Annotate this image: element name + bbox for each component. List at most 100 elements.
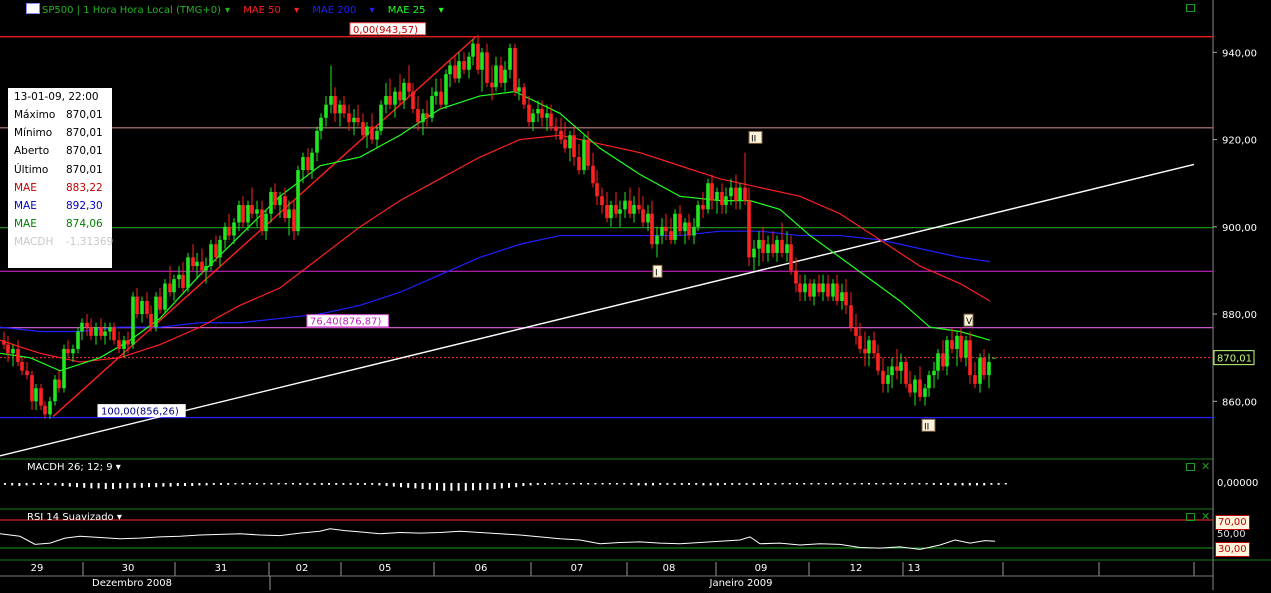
candle-body	[172, 279, 176, 293]
macd-bar	[860, 483, 863, 485]
macd-bar	[752, 483, 755, 485]
y-tick-label: 920,00	[1222, 136, 1257, 147]
candle-body	[618, 209, 622, 214]
info-row: Mínimo 870,01	[8, 124, 112, 142]
candle-body	[840, 292, 844, 301]
macd-bar	[342, 483, 345, 485]
candle-body	[803, 283, 807, 293]
month-label: Janeiro 2009	[709, 578, 773, 589]
rsi-maximize-icon[interactable]	[1186, 513, 1195, 521]
candle-body	[269, 191, 273, 214]
indicator-mae200[interactable]: MAE 200 ▾	[312, 5, 374, 16]
last-price-label: 870,01	[1217, 354, 1252, 365]
candle-body	[757, 239, 761, 249]
macd-bar	[184, 483, 186, 486]
candle-body	[499, 65, 503, 83]
macd-bar	[378, 483, 381, 486]
maximize-pane-icon[interactable]	[1186, 4, 1195, 12]
candle-body	[761, 239, 765, 253]
macd-close-icon[interactable]: ✕	[1201, 461, 1210, 472]
info-value: -1,31369	[66, 236, 114, 249]
instrument-label[interactable]: SP500 | 1 Hora Hora Local (TMG+0)	[42, 5, 221, 16]
candle-body	[434, 91, 438, 96]
candle-body	[352, 117, 356, 123]
macd-bar	[673, 483, 676, 485]
candle-body	[881, 370, 885, 384]
candle-body	[771, 244, 775, 253]
candle-body	[918, 379, 922, 397]
candle-body	[923, 388, 927, 397]
macd-bar	[256, 483, 258, 485]
macd-bar	[587, 483, 590, 485]
candle-body	[678, 213, 682, 232]
candle-body	[982, 357, 986, 376]
macd-bar	[464, 483, 467, 491]
macd-bar	[803, 483, 806, 485]
candle-body	[264, 213, 268, 232]
candle-body	[789, 244, 793, 271]
macd-bar	[846, 483, 849, 485]
macd-bar	[616, 483, 618, 485]
candle-body	[48, 401, 52, 415]
candle-body	[457, 61, 461, 79]
candle-body	[462, 61, 466, 70]
candle-body	[729, 187, 733, 197]
macd-bar	[904, 483, 906, 485]
rsi-label[interactable]: RSI 14 Suavizado ▾	[27, 512, 122, 523]
candle-body	[605, 205, 609, 219]
candle-body	[402, 82, 406, 101]
wave-label: V	[966, 317, 973, 327]
macd-maximize-icon[interactable]	[1186, 463, 1195, 471]
macd-bar	[580, 483, 582, 485]
chart-svg[interactable]: 940,00 920,00 900,00 880,00 860,00 870,01 0,00…	[0, 0, 1271, 590]
candle-body	[292, 209, 296, 232]
macd-bar	[666, 483, 669, 485]
macd-bar	[868, 483, 870, 485]
macd-bar	[760, 483, 762, 485]
candle-body	[122, 340, 126, 349]
macd-bar	[601, 483, 604, 485]
instrument-dropdown-icon[interactable]: ▾	[225, 5, 230, 16]
macd-bar	[529, 483, 532, 486]
macd-bar	[191, 483, 194, 486]
candle-body	[540, 109, 544, 118]
candle-body	[692, 226, 696, 236]
candle-body	[2, 340, 6, 345]
candle-body	[370, 126, 374, 140]
macd-bar	[277, 483, 280, 485]
candle-body	[683, 222, 687, 232]
candle-body	[955, 335, 959, 349]
macd-bar	[954, 483, 957, 486]
candle-body	[16, 348, 20, 363]
info-row: MAE 892,30	[8, 197, 112, 215]
info-row: MAE 874,06	[8, 215, 112, 233]
candle-body	[200, 261, 204, 271]
candle-body	[876, 353, 880, 371]
candle-body	[149, 314, 153, 328]
indicator-mae25[interactable]: MAE 25 ▾	[388, 5, 444, 16]
macd-label[interactable]: MACDH 26; 12; 9 ▾	[27, 462, 121, 473]
macd-bar	[205, 483, 208, 486]
rsi-level-30: 30,00	[1215, 542, 1250, 557]
rsi-close-icon[interactable]: ✕	[1201, 511, 1210, 522]
macd-bar	[832, 483, 834, 485]
candle-body	[817, 283, 821, 293]
candle-body	[563, 139, 567, 149]
macd-bar	[781, 483, 784, 485]
candle-body	[831, 283, 835, 297]
macd-bar	[947, 483, 950, 485]
macd-bar	[1004, 483, 1007, 485]
x-tick-label: 09	[755, 563, 768, 574]
candle-body	[407, 82, 411, 92]
macd-bar	[680, 483, 683, 485]
indicator-mae50[interactable]: MAE 50 ▾	[243, 5, 299, 16]
macd-bar	[997, 483, 1000, 485]
candle-body	[687, 222, 691, 236]
macd-bar	[479, 483, 482, 491]
x-tick-label: 08	[663, 563, 676, 574]
info-key: Mínimo	[14, 127, 53, 140]
candle-body	[306, 157, 310, 171]
macd-bar	[414, 483, 417, 489]
candle-body	[696, 205, 700, 227]
candle-body	[347, 113, 351, 123]
